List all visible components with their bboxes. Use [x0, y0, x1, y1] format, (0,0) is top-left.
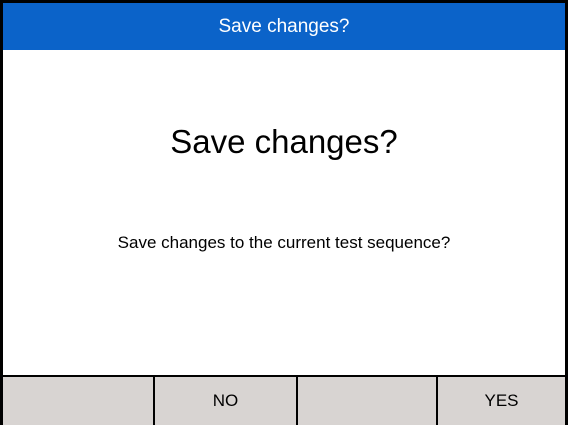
dialog-heading: Save changes?	[170, 123, 398, 160]
save-changes-dialog: Save changes? Save changes? Save changes…	[0, 0, 568, 425]
softkey-bar: NO YES	[3, 375, 565, 425]
dialog-message: Save changes to the current test sequenc…	[117, 233, 451, 252]
no-button[interactable]: NO	[155, 377, 298, 425]
softkey-3-button[interactable]	[298, 377, 438, 425]
dialog-title-bar: Save changes?	[3, 3, 565, 50]
softkey-1-button[interactable]	[3, 377, 155, 425]
yes-button[interactable]: YES	[438, 377, 565, 425]
